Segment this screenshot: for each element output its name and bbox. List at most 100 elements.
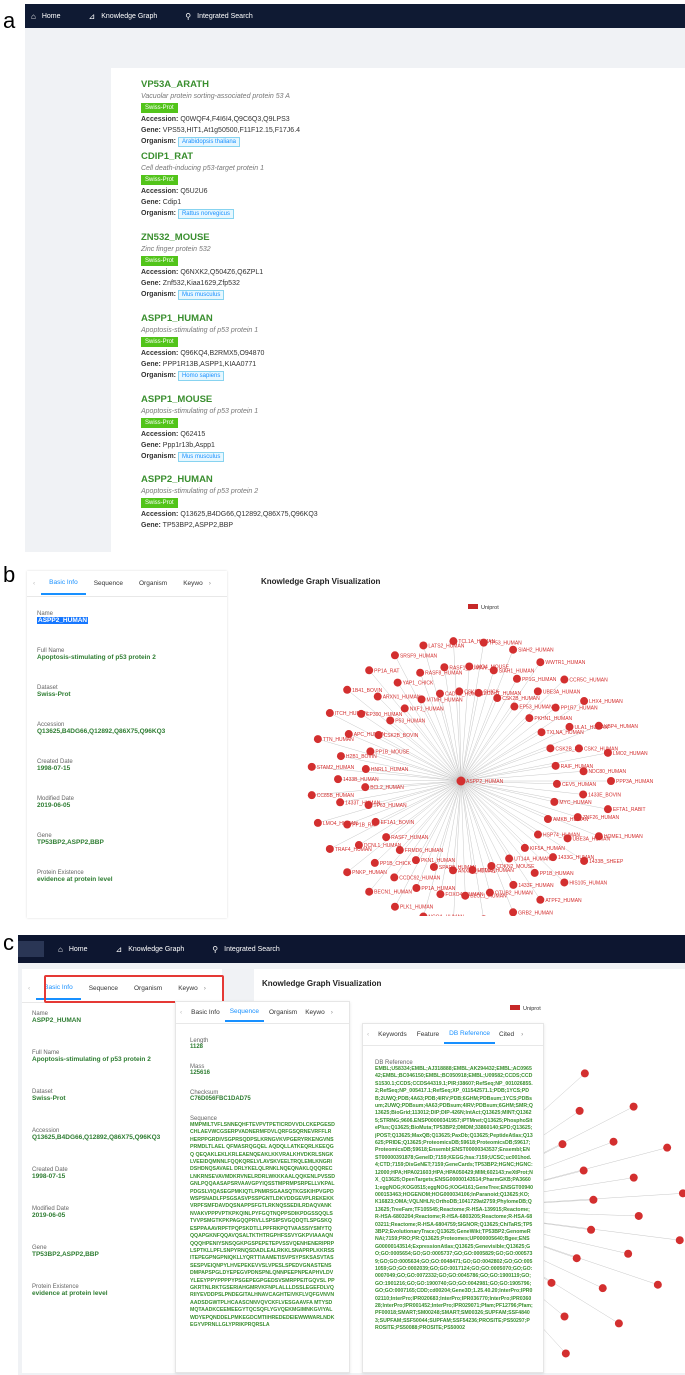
organism-tag[interactable]: Arabidopsis thaliana [177, 137, 241, 147]
kg-node[interactable] [390, 902, 399, 911]
kg-node[interactable] [334, 775, 343, 784]
kg-node[interactable] [393, 678, 402, 687]
kg-node[interactable] [533, 830, 542, 839]
kg-node[interactable] [530, 868, 539, 877]
tab-cited[interactable]: Cited [495, 1031, 518, 1038]
kg-node[interactable] [412, 883, 421, 892]
kg-node[interactable] [411, 856, 420, 865]
entry-title[interactable]: ZN532_MOUSE [141, 231, 263, 244]
kg-node[interactable] [465, 662, 474, 671]
kg-node[interactable] [373, 692, 382, 701]
kg-node[interactable] [624, 1249, 633, 1258]
kg-node[interactable] [587, 1225, 596, 1234]
kg-node[interactable] [493, 694, 502, 703]
kg-node[interactable] [357, 709, 366, 718]
kg-node[interactable] [343, 868, 352, 877]
kg-node[interactable] [365, 666, 374, 675]
kg-node[interactable] [390, 651, 399, 660]
kg-node[interactable] [579, 1166, 588, 1175]
entry-title[interactable]: ASPP1_MOUSE [141, 393, 258, 406]
kg-node[interactable] [307, 762, 316, 771]
entry-title[interactable]: VP53A_ARATH [141, 78, 300, 91]
kg-node[interactable] [536, 658, 545, 667]
kg-node[interactable] [325, 709, 334, 718]
kg-node[interactable] [361, 765, 370, 774]
kg-node[interactable] [313, 818, 322, 827]
kg-node[interactable] [537, 728, 546, 737]
kg-node[interactable] [560, 878, 569, 887]
kg-node[interactable] [479, 638, 488, 647]
nav-integrated-search[interactable]: ⚲ Integrated Search [185, 12, 253, 21]
tab-feature[interactable]: Feature [412, 1031, 444, 1038]
seq-tabs-left-arrow[interactable]: ‹ [176, 1009, 186, 1016]
kg-node[interactable] [455, 687, 464, 696]
kg-node[interactable] [525, 714, 534, 723]
kg-node[interactable] [678, 1189, 685, 1198]
organism-tag[interactable]: Rattus norvegicus [177, 209, 234, 219]
kg-center-node[interactable] [456, 776, 466, 786]
kg-node[interactable] [551, 761, 560, 770]
kg-node[interactable] [370, 858, 379, 867]
kg-node[interactable] [574, 744, 583, 753]
kg-node[interactable] [361, 783, 370, 792]
kg-node[interactable] [344, 730, 353, 739]
kg-node[interactable] [561, 1349, 570, 1358]
kg-node[interactable] [546, 744, 555, 753]
tab-basic-info[interactable]: Basic Info [41, 573, 86, 595]
seq-tabs-right-arrow[interactable]: › [328, 1009, 336, 1016]
entry-title[interactable]: ASPP1_HUMAN [141, 312, 264, 325]
kg-node[interactable] [653, 1280, 662, 1289]
kg-node[interactable] [336, 798, 345, 807]
kg-node[interactable] [365, 887, 374, 896]
entry-title[interactable]: ASPP2_HUMAN [141, 473, 318, 486]
kg-node[interactable] [419, 641, 428, 650]
nav-home[interactable]: ⌂ Home [31, 12, 61, 21]
kg-node[interactable] [505, 854, 514, 863]
kg-node[interactable] [572, 1254, 581, 1263]
dbref-tabs-right-arrow[interactable]: › [518, 1031, 526, 1038]
tab-keyword[interactable]: Keywo [175, 580, 205, 587]
kg-node[interactable] [594, 721, 603, 730]
kg-node[interactable] [429, 862, 438, 871]
kg-node[interactable] [547, 1278, 556, 1287]
kg-node[interactable] [634, 1211, 643, 1220]
tab-sequence[interactable]: Sequence [86, 580, 131, 587]
kg-node[interactable] [614, 1319, 623, 1328]
kg-node[interactable] [509, 645, 518, 654]
nav-knowledge-graph-c[interactable]: ⊿ Knowledge Graph [116, 945, 185, 954]
kg-node[interactable] [417, 695, 426, 704]
kg-node[interactable] [575, 1106, 584, 1115]
tabs-left-arrow-c[interactable]: ‹ [22, 985, 36, 992]
kg-node[interactable] [551, 703, 560, 712]
kg-node[interactable] [343, 685, 352, 694]
kg-node[interactable] [382, 833, 391, 842]
kg-node[interactable] [603, 805, 612, 814]
tab-keywords[interactable]: Keywords [373, 1031, 412, 1038]
nav-integrated-search-c[interactable]: ⚲ Integrated Search [212, 945, 280, 954]
nav-knowledge-graph[interactable]: ⊿ Knowledge Graph [89, 12, 158, 21]
kg-node[interactable] [580, 1069, 589, 1078]
kg-node[interactable] [416, 668, 425, 677]
entry-title[interactable]: CDIP1_RAT [141, 150, 264, 163]
kg-node[interactable] [307, 791, 316, 800]
kg-node[interactable] [543, 814, 552, 823]
knowledge-graph[interactable]: PPP3A_HUMAN 1433E_BOVIN MYC_HUMAN EFTA1_RAB… [253, 571, 685, 916]
kg-node[interactable] [435, 689, 444, 698]
kg-node[interactable] [440, 663, 449, 672]
kg-node[interactable] [629, 1102, 638, 1111]
kg-node[interactable] [560, 675, 569, 684]
tab-organism[interactable]: Organism [131, 580, 175, 587]
kg-node[interactable] [390, 873, 399, 882]
tab-sequence-seq[interactable]: Sequence [224, 1004, 264, 1022]
dbref-tabs-left-arrow[interactable]: ‹ [363, 1031, 373, 1038]
kg-node[interactable] [579, 767, 588, 776]
kg-node[interactable] [325, 844, 334, 853]
tabs-right-arrow[interactable]: › [205, 580, 215, 587]
kg-node[interactable] [400, 704, 409, 713]
kg-node[interactable] [589, 1195, 598, 1204]
kg-node[interactable] [489, 666, 498, 675]
organism-tag[interactable]: Homo sapiens [177, 371, 225, 381]
kg-node[interactable] [520, 843, 529, 852]
kg-node[interactable] [386, 716, 395, 725]
tab-db-reference[interactable]: DB Reference [444, 1026, 495, 1044]
